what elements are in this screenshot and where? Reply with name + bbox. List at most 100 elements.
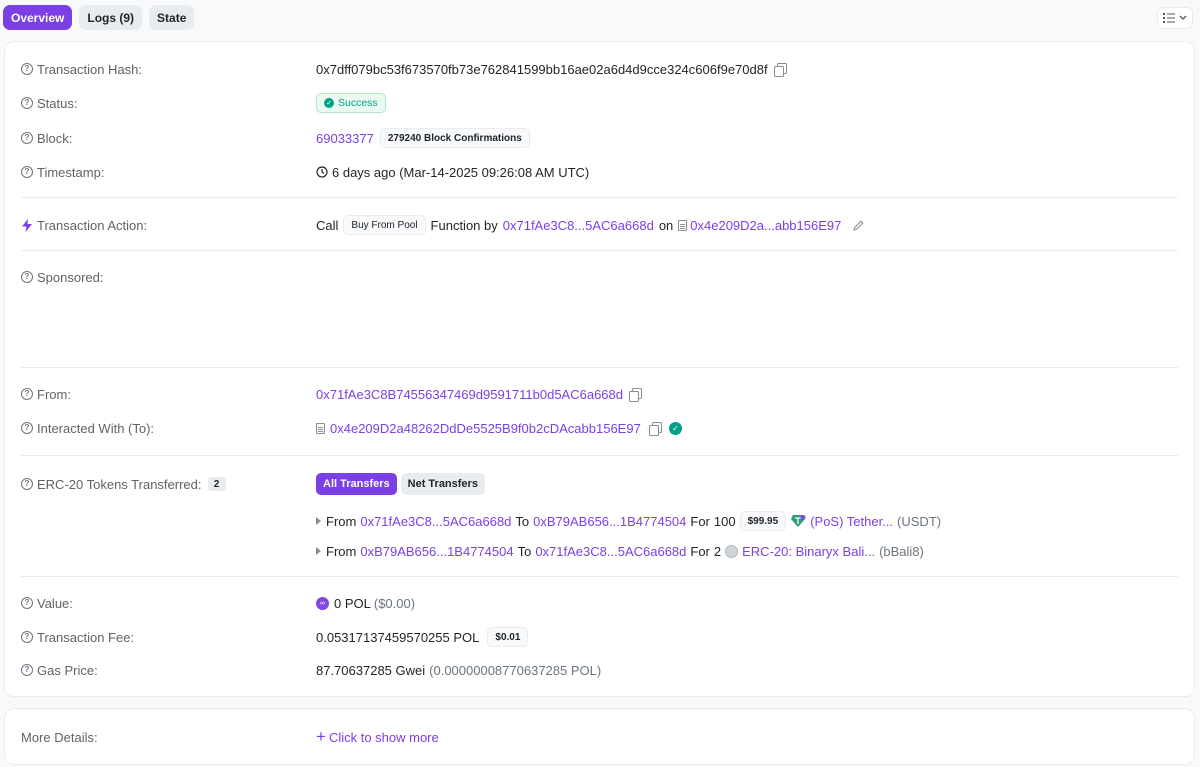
tab-overview[interactable]: Overview	[3, 5, 73, 30]
value-label: Value:	[37, 595, 73, 611]
fee-amount: 0.05317137459570255 POL	[316, 629, 480, 645]
chevron-down-icon	[1179, 15, 1187, 20]
tx-hash-label: Transaction Hash:	[37, 61, 143, 77]
erc20-count-badge: 2	[207, 477, 226, 491]
show-more-link[interactable]: Click to show more	[329, 730, 439, 745]
help-icon[interactable]: ?	[21, 422, 33, 434]
help-icon[interactable]: ?	[21, 132, 33, 144]
fee-row: ? Transaction Fee: 0.05317137459570255 PO…	[21, 627, 1178, 647]
help-icon[interactable]: ?	[21, 271, 33, 283]
transfer-from-link[interactable]: 0xB79AB656...1B4774504	[360, 544, 513, 559]
value-usd: ($0.00)	[373, 595, 416, 611]
gas-label: Gas Price:	[37, 662, 98, 678]
generic-token-icon	[725, 544, 739, 558]
help-icon[interactable]: ?	[21, 166, 33, 178]
to-address-link[interactable]: 0x4e209D2a48262DdDe5525B9f0b2cDAcabb156E…	[330, 421, 641, 436]
gas-gwei: 87.70637285 Gwei	[316, 662, 426, 678]
help-icon[interactable]: ?	[21, 597, 33, 609]
block-number-link[interactable]: 69033377	[316, 131, 374, 146]
overview-card: ? Transaction Hash: 0x7dff079bc53f673570f…	[4, 41, 1195, 697]
timestamp-row: ? Timestamp: 6 days ago (Mar-14-2025 09:2…	[21, 164, 1178, 180]
pol-token-icon: ∞	[316, 596, 329, 610]
help-icon[interactable]: ?	[21, 664, 33, 676]
help-icon[interactable]: ?	[21, 631, 33, 643]
help-icon[interactable]: ?	[21, 388, 33, 400]
transfer-token-link[interactable]: ERC-20: Binaryx Bali...	[742, 544, 875, 559]
more-details-label: More Details:	[21, 729, 98, 745]
transfer-token-link[interactable]: (PoS) Tether...	[810, 514, 893, 529]
list-icon	[1163, 13, 1175, 23]
from-row: ? From: 0x71fAe3C8B74556347469d9591711b0d…	[21, 386, 1178, 402]
help-icon[interactable]: ?	[21, 478, 33, 490]
copy-icon[interactable]	[648, 422, 662, 436]
value-row: ? Value: ∞ 0 POL ($0.00)	[21, 595, 1178, 611]
transfer-from-link[interactable]: 0x71fAe3C8...5AC6a668d	[360, 514, 511, 529]
tab-bar: Overview Logs (9) State	[3, 5, 195, 30]
divider	[21, 367, 1178, 368]
transfer-amount: 100	[713, 513, 736, 529]
transfer-to-link[interactable]: 0xB79AB656...1B4774504	[533, 514, 686, 529]
action-on-text: on	[658, 217, 674, 233]
transfer-token-symbol: (bBali8)	[879, 543, 924, 559]
transfer-for-word: For	[690, 513, 710, 529]
action-call-text: Call	[316, 217, 339, 233]
action-contract-link[interactable]: 0x4e209D2a...abb156E97	[690, 218, 841, 233]
tether-token-icon	[791, 515, 806, 527]
action-function-by-text: Function by	[430, 217, 498, 233]
sponsored-label: Sponsored:	[37, 269, 104, 285]
all-transfers-button[interactable]: All Transfers	[316, 473, 397, 495]
net-transfers-button[interactable]: Net Transfers	[400, 473, 485, 495]
transfer-for-word: For	[690, 543, 710, 559]
value-amount: 0 POL	[334, 595, 371, 611]
transfer-amount: 2	[713, 543, 722, 559]
help-icon[interactable]: ?	[21, 63, 33, 75]
plus-icon[interactable]: +	[316, 728, 326, 745]
contract-icon	[678, 219, 688, 231]
action-method-badge: Buy From Pool	[343, 215, 426, 235]
more-details-row: More Details: + Click to show more	[21, 728, 1178, 745]
from-label: From:	[37, 386, 71, 402]
transfer-token-symbol: (USDT)	[897, 513, 942, 529]
expand-triangle-icon[interactable]	[316, 547, 321, 555]
transfer-to-word: To	[517, 543, 532, 559]
transfer-usd-badge: $99.95	[739, 511, 787, 531]
tab-logs[interactable]: Logs (9)	[79, 5, 143, 30]
lightning-icon	[22, 218, 32, 232]
status-row: ? Status: ✓ Success	[21, 93, 1178, 113]
fee-label: Transaction Fee:	[37, 629, 135, 645]
pencil-icon[interactable]	[852, 219, 865, 232]
copy-icon[interactable]	[773, 63, 787, 77]
copy-icon[interactable]	[629, 388, 642, 402]
timestamp-label: Timestamp:	[37, 164, 105, 180]
contract-icon	[316, 422, 325, 434]
divider	[21, 197, 1178, 198]
gas-row: ? Gas Price: 87.70637285 Gwei (0.00000008…	[21, 662, 1178, 678]
clock-icon	[316, 166, 328, 178]
sponsored-row: ? Sponsored:	[21, 269, 1178, 285]
tab-state[interactable]: State	[149, 5, 195, 30]
timestamp-value: 6 days ago (Mar-14-2025 09:26:08 AM UTC)	[332, 164, 590, 180]
transfer-from-word: From	[326, 543, 357, 559]
transfer-row-1: From 0x71fAe3C8...5AC6a668d To 0xB79AB65…	[21, 511, 1178, 531]
to-row: ? Interacted With (To): 0x4e209D2a48262Dd…	[21, 420, 1178, 436]
help-icon[interactable]: ?	[21, 97, 33, 109]
status-badge: ✓ Success	[316, 93, 386, 113]
block-label: Block:	[37, 130, 73, 146]
from-address-link[interactable]: 0x71fAe3C8B74556347469d9591711b0d5AC6a66…	[316, 387, 623, 402]
divider	[21, 576, 1178, 577]
transfer-to-link[interactable]: 0x71fAe3C8...5AC6a668d	[535, 544, 686, 559]
action-from-link[interactable]: 0x71fAe3C8...5AC6a668d	[503, 218, 654, 233]
to-label: Interacted With (To):	[37, 420, 155, 436]
transfer-to-word: To	[515, 513, 530, 529]
tx-hash-row: ? Transaction Hash: 0x7dff079bc53f673570f…	[21, 61, 1178, 77]
expand-triangle-icon[interactable]	[316, 517, 321, 525]
gas-pol: (0.00000008770637285 POL)	[429, 662, 602, 678]
verified-check-icon: ✓	[668, 421, 682, 435]
tx-action-row: Transaction Action: Call Buy From Pool F…	[21, 215, 1178, 235]
status-label: Status:	[37, 95, 78, 111]
transfer-from-word: From	[326, 513, 357, 529]
more-details-card: More Details: + Click to show more	[4, 708, 1195, 765]
view-options-button[interactable]	[1157, 7, 1193, 29]
divider	[21, 250, 1178, 251]
block-confirmations-badge: 279240 Block Confirmations	[379, 128, 530, 148]
